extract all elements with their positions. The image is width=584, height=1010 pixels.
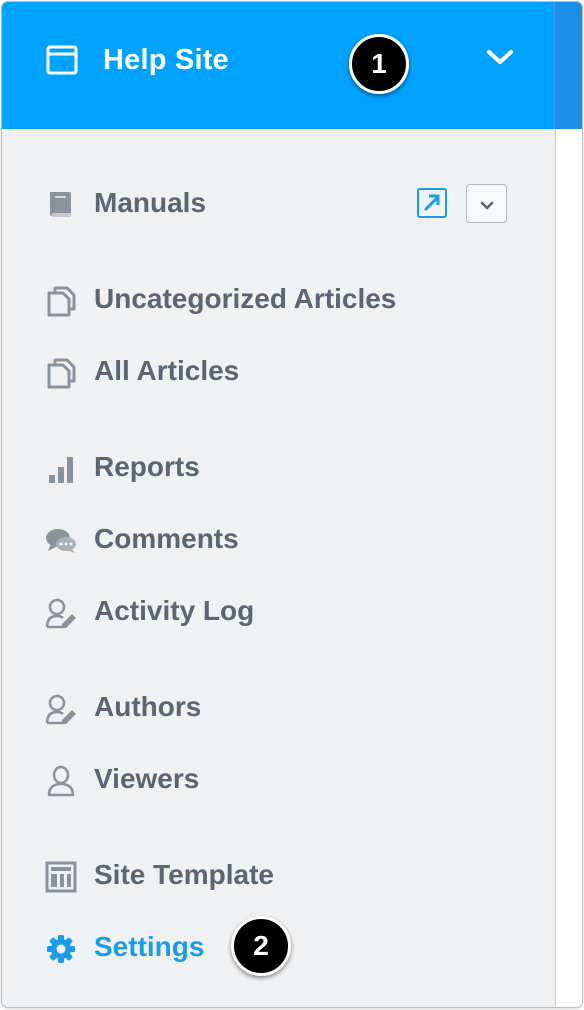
sidebar-item-label: Reports bbox=[94, 451, 200, 482]
sidebar-item-label: Viewers bbox=[94, 763, 200, 794]
user-edit-icon bbox=[45, 693, 77, 725]
site-header[interactable]: Help Site bbox=[2, 2, 582, 129]
sidebar-item-label: Authors bbox=[94, 691, 202, 722]
sidebar-item-all-articles[interactable]: All Articles bbox=[2, 347, 555, 399]
bar-chart-icon bbox=[45, 453, 77, 485]
browser-window-icon bbox=[46, 44, 78, 81]
content-panel-edge bbox=[555, 129, 582, 1007]
sidebar-item-authors[interactable]: Authors bbox=[2, 683, 555, 735]
sidebar-item-activity-log[interactable]: Activity Log bbox=[2, 587, 555, 639]
sidebar-item-reports[interactable]: Reports bbox=[2, 443, 555, 495]
external-link-icon bbox=[419, 194, 445, 220]
speech-bubbles-icon bbox=[45, 525, 77, 557]
step-badge-1: 1 bbox=[349, 34, 409, 94]
chevron-down-icon bbox=[480, 198, 494, 216]
step-badge-2: 2 bbox=[231, 916, 291, 976]
sidebar-item-label: Site Template bbox=[94, 859, 274, 890]
sidebar-item-label: Comments bbox=[94, 523, 239, 554]
header-edge bbox=[554, 2, 582, 129]
user-icon bbox=[45, 765, 77, 797]
open-external-button[interactable] bbox=[417, 188, 447, 218]
manuals-dropdown-button[interactable] bbox=[466, 184, 507, 223]
sidebar-item-label: Manuals bbox=[94, 187, 207, 218]
sidebar-item-label: Uncategorized Articles bbox=[94, 283, 397, 314]
site-title[interactable]: Help Site bbox=[103, 44, 229, 77]
sidebar-item-site-template[interactable]: Site Template bbox=[2, 851, 555, 903]
sidebar-item-uncategorized-articles[interactable]: Uncategorized Articles bbox=[2, 275, 555, 327]
sidebar-item-label: All Articles bbox=[94, 355, 240, 386]
user-edit-icon bbox=[45, 597, 77, 629]
sidebar-item-viewers[interactable]: Viewers bbox=[2, 755, 555, 807]
gear-icon bbox=[45, 933, 77, 965]
copy-documents-icon bbox=[45, 285, 77, 317]
sidebar-item-label: Settings bbox=[94, 931, 205, 962]
sidebar-item-comments[interactable]: Comments bbox=[2, 515, 555, 567]
chevron-down-icon[interactable] bbox=[485, 48, 515, 73]
copy-documents-icon bbox=[45, 357, 77, 389]
template-icon bbox=[45, 861, 77, 893]
sidebar-window: Help Site Manuals Uncategorized Articles… bbox=[2, 2, 582, 1007]
book-icon bbox=[45, 189, 77, 221]
sidebar-item-label: Activity Log bbox=[94, 595, 255, 626]
